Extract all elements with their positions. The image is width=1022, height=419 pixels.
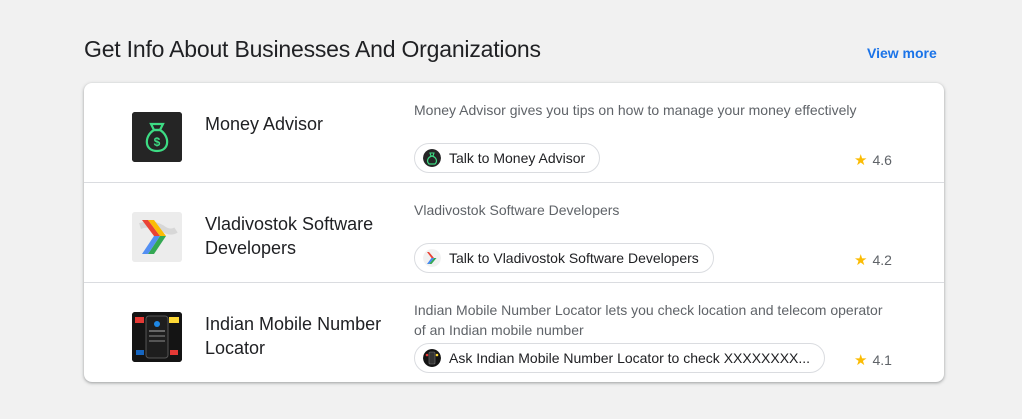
star-icon: ★	[854, 352, 868, 369]
talk-to-vladivostok-button[interactable]: Talk to Vladivostok Software Developers	[414, 243, 714, 273]
star-icon: ★	[854, 152, 868, 169]
rating: ★ 4.6	[854, 151, 892, 169]
talk-to-money-advisor-button[interactable]: Talk to Money Advisor	[414, 143, 601, 173]
app-description: Vladivostok Software Developers	[414, 202, 620, 218]
list-item-vladivostok[interactable]: Vladivostok Software Developers Vladivos…	[84, 182, 944, 283]
apps-card: $ Money Advisor Money Advisor gives you …	[84, 83, 944, 382]
app-name[interactable]: Money Advisor	[205, 112, 395, 136]
rating-value: 4.2	[872, 252, 892, 268]
app-name[interactable]: Indian Mobile Number Locator	[205, 312, 395, 360]
ask-mobile-locator-button[interactable]: Ask Indian Mobile Number Locator to chec…	[414, 343, 826, 373]
phone-locator-icon[interactable]	[132, 312, 182, 362]
rating: ★ 4.2	[854, 251, 892, 269]
rating-value: 4.6	[872, 152, 892, 168]
rating: ★ 4.1	[854, 351, 892, 369]
chevron-logo-icon[interactable]	[132, 212, 182, 262]
list-item-money-advisor[interactable]: $ Money Advisor Money Advisor gives you …	[84, 83, 944, 183]
money-bag-icon	[423, 149, 441, 167]
star-icon: ★	[854, 252, 868, 269]
rating-value: 4.1	[872, 352, 892, 368]
chevron-logo-icon	[423, 249, 441, 267]
view-more-link[interactable]: View more	[867, 45, 937, 61]
chip-label: Ask Indian Mobile Number Locator to chec…	[449, 350, 811, 366]
phone-locator-icon	[423, 349, 441, 367]
list-item-mobile-locator[interactable]: Indian Mobile Number Locator Indian Mobi…	[84, 282, 944, 382]
section-title: Get Info About Businesses And Organizati…	[84, 36, 541, 62]
svg-text:$: $	[154, 135, 161, 149]
app-description: Indian Mobile Number Locator lets you ch…	[414, 302, 883, 338]
money-bag-icon[interactable]: $	[132, 112, 182, 162]
chip-label: Talk to Vladivostok Software Developers	[449, 250, 699, 266]
chip-label: Talk to Money Advisor	[449, 150, 586, 166]
app-name[interactable]: Vladivostok Software Developers	[205, 212, 395, 260]
app-description: Money Advisor gives you tips on how to m…	[414, 102, 857, 118]
